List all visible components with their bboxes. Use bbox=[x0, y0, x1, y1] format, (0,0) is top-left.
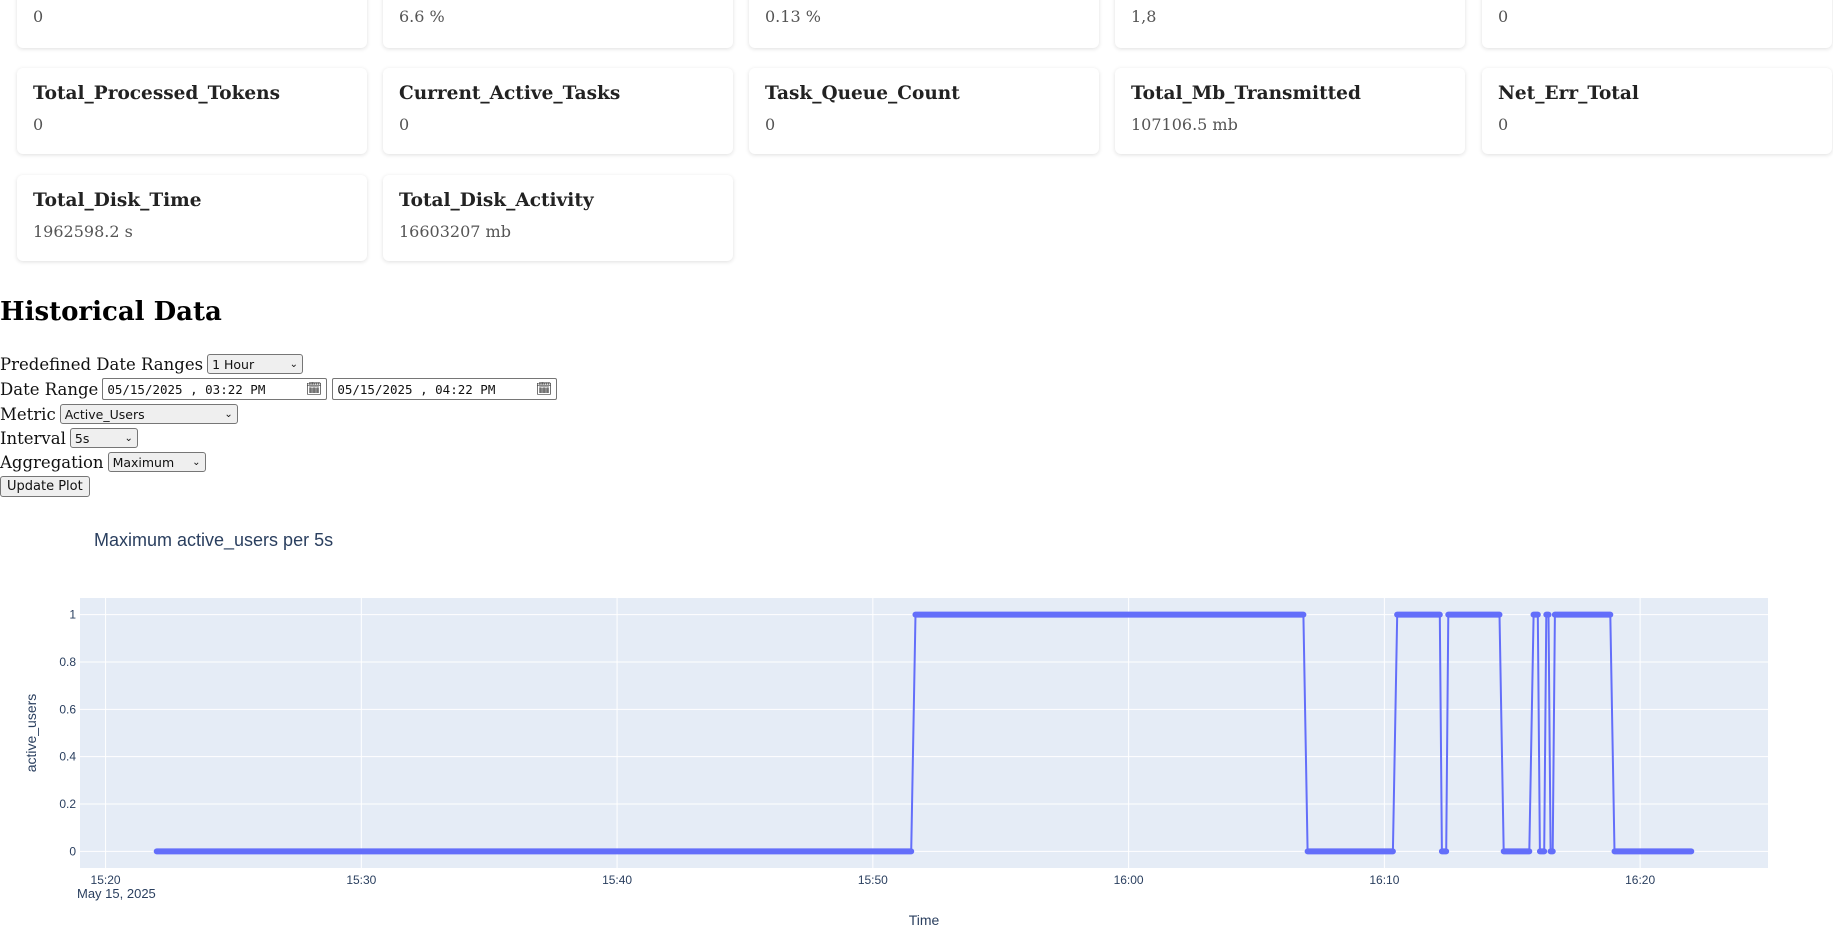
metric-card: Task_Queue_Count 0 bbox=[749, 68, 1099, 154]
metric-card-title: Task_Queue_Count bbox=[765, 83, 960, 104]
date-range-row: Date Range 05/15/2025 , 03:22 PM 🗓 05/15… bbox=[0, 378, 562, 400]
predefined-range-select[interactable]: 1 Hour ⌄ bbox=[207, 354, 304, 374]
x-axis-title: Time bbox=[909, 912, 940, 928]
metric-card-value: 0 bbox=[33, 115, 44, 134]
history-line-chart: Maximum active_users per 5s 0 0.2 0.4 0.6 0.… bbox=[23, 530, 1768, 928]
metric-card: 0.13 % bbox=[749, 0, 1099, 48]
metric-card-title: Total_Disk_Activity bbox=[399, 190, 594, 211]
metric-select[interactable]: Active_Users ⌄ bbox=[59, 404, 238, 424]
metric-row: Metric Active_Users ⌄ bbox=[0, 404, 238, 424]
metric-card-title: Total_Processed_Tokens bbox=[33, 83, 281, 104]
metric-card-title: Net_Err_Total bbox=[1498, 83, 1639, 104]
metric-card: Net_Err_Total 0 bbox=[1482, 68, 1832, 154]
aggregation-value: Maximum bbox=[112, 454, 175, 470]
y-tick-label: 1 bbox=[69, 608, 76, 622]
metric-card: 0 bbox=[17, 0, 367, 48]
historical-data-heading: Historical Data bbox=[0, 297, 222, 327]
metric-card-value: 0.13 % bbox=[765, 7, 821, 26]
metric-card-value: 6.6 % bbox=[399, 7, 445, 26]
interval-label: Interval bbox=[0, 428, 66, 448]
chevron-down-icon: ⌄ bbox=[289, 358, 299, 370]
metric-label: Metric bbox=[0, 404, 56, 424]
update-plot-button[interactable]: Update Plot bbox=[0, 476, 90, 497]
metric-card-title: Current_Active_Tasks bbox=[399, 83, 621, 104]
metric-card: 0 bbox=[1482, 0, 1832, 48]
calendar-icon[interactable]: 🗓 bbox=[536, 382, 553, 397]
chart-title: Maximum active_users per 5s bbox=[94, 530, 333, 551]
metric-card-value: 107106.5 mb bbox=[1131, 115, 1238, 134]
metric-card: Total_Mb_Transmitted 107106.5 mb bbox=[1115, 68, 1465, 154]
date-end-value: 05/15/2025 , 04:22 PM bbox=[337, 381, 496, 397]
x-tick-label: 16:10 bbox=[1369, 873, 1399, 887]
metric-card-value: 1962598.2 s bbox=[33, 222, 133, 241]
aggregation-label: Aggregation bbox=[0, 452, 104, 472]
metric-card-value: 0 bbox=[33, 7, 44, 26]
metric-card: Current_Active_Tasks 0 bbox=[383, 68, 733, 154]
y-tick-label: 0.4 bbox=[59, 750, 76, 764]
predefined-range-value: 1 Hour bbox=[212, 356, 255, 372]
aggregation-row: Aggregation Maximum ⌄ bbox=[0, 452, 206, 472]
metric-card-value: 0 bbox=[1498, 115, 1509, 134]
chevron-down-icon: ⌄ bbox=[124, 432, 133, 444]
date-start-input[interactable]: 05/15/2025 , 03:22 PM 🗓 bbox=[102, 378, 328, 400]
metric-card: Total_Processed_Tokens 0 bbox=[17, 68, 367, 154]
metric-card: 6.6 % bbox=[383, 0, 733, 48]
interval-row: Interval 5s ⌄ bbox=[0, 428, 138, 448]
x-tick-label: 16:00 bbox=[1114, 873, 1144, 887]
date-range-label: Date Range bbox=[0, 379, 99, 399]
metric-card-title: Total_Mb_Transmitted bbox=[1131, 83, 1361, 104]
x-tick-label: 15:50 bbox=[858, 873, 888, 887]
metric-card-value: 1,8 bbox=[1131, 7, 1157, 26]
y-tick-label: 0.2 bbox=[59, 797, 76, 811]
y-tick-labels: 0 0.2 0.4 0.6 0.8 1 bbox=[59, 608, 76, 859]
predefined-range-label: Predefined Date Ranges bbox=[0, 354, 204, 374]
chevron-down-icon: ⌄ bbox=[192, 456, 201, 468]
metric-card-value: 0 bbox=[1498, 7, 1509, 26]
y-tick-label: 0.6 bbox=[59, 702, 76, 716]
y-tick-label: 0 bbox=[69, 844, 76, 858]
date-start-value: 05/15/2025 , 03:22 PM bbox=[107, 381, 266, 397]
metric-card: Total_Disk_Activity 16603207 mb bbox=[383, 175, 733, 261]
x-tick-labels: 15:20 15:30 15:40 15:50 16:00 16:10 16:20 bbox=[91, 873, 1656, 887]
x-tick-label: 15:20 bbox=[91, 873, 121, 887]
x-tick-label: 15:40 bbox=[602, 873, 632, 887]
metric-card-value: 0 bbox=[399, 115, 410, 134]
metric-value: Active_Users bbox=[64, 406, 145, 422]
chevron-down-icon: ⌄ bbox=[224, 408, 233, 420]
interval-select[interactable]: 5s ⌄ bbox=[69, 428, 138, 448]
metric-card: 1,8 bbox=[1115, 0, 1465, 48]
metric-card-value: 0 bbox=[765, 115, 776, 134]
metric-card-title: Total_Disk_Time bbox=[33, 190, 202, 211]
x-tick-label: 16:20 bbox=[1625, 873, 1655, 887]
x-date-label: May 15, 2025 bbox=[77, 886, 156, 901]
metric-card: Total_Disk_Time 1962598.2 s bbox=[17, 175, 367, 261]
calendar-icon[interactable]: 🗓 bbox=[306, 382, 323, 397]
aggregation-select[interactable]: Maximum ⌄ bbox=[107, 452, 206, 472]
plot-area bbox=[80, 598, 1768, 868]
x-tick-label: 15:30 bbox=[346, 873, 376, 887]
interval-value: 5s bbox=[74, 430, 90, 446]
date-end-input[interactable]: 05/15/2025 , 04:22 PM 🗓 bbox=[332, 378, 558, 400]
y-axis-title: active_users bbox=[23, 694, 39, 773]
predefined-range-row: Predefined Date Ranges 1 Hour ⌄ bbox=[0, 354, 304, 374]
y-tick-label: 0.8 bbox=[59, 655, 76, 669]
metric-card-value: 16603207 mb bbox=[399, 222, 511, 241]
